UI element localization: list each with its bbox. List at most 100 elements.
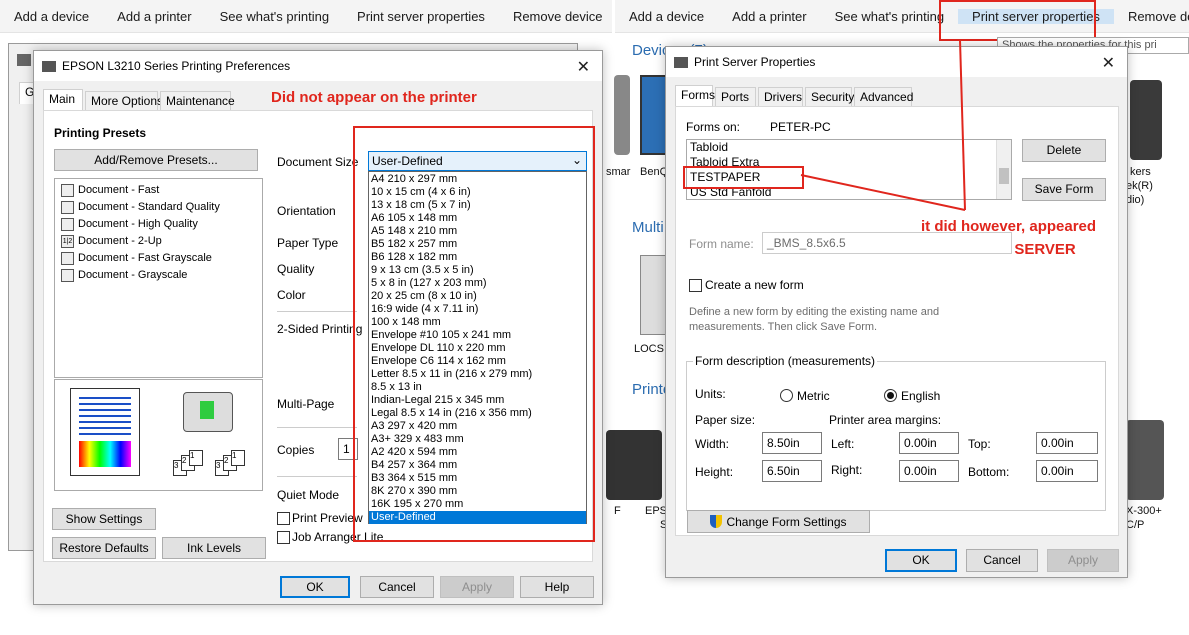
preset-item[interactable]: Document - Grayscale [55, 267, 262, 284]
device-label: dio) [1126, 194, 1145, 206]
left-margin-label: Left: [831, 437, 855, 451]
device-label: C/P [1126, 519, 1145, 531]
remove-device-button[interactable]: Remove device [499, 9, 617, 24]
orientation-label: Orientation [277, 204, 336, 218]
document-icon [61, 218, 74, 231]
ok-button[interactable]: OK [885, 549, 957, 572]
preview-area: 3 2 1 3 2 1 [54, 379, 263, 491]
apply-button[interactable]: Apply [1047, 549, 1119, 572]
scroll-thumb[interactable] [999, 168, 1009, 184]
printer-device-icon[interactable] [1126, 420, 1164, 500]
show-settings-button[interactable]: Show Settings [52, 508, 156, 530]
color-bar [79, 441, 131, 467]
ink-levels-button[interactable]: Ink Levels [162, 537, 266, 559]
bottom-margin-field[interactable]: 0.00in [1036, 460, 1098, 482]
preset-item[interactable]: 1|2 Document - 2-Up [55, 233, 262, 250]
add-device-button[interactable]: Add a device [0, 9, 103, 24]
dropdown-highlight [353, 126, 595, 542]
width-field[interactable]: 8.50in [762, 432, 822, 454]
multi-page-label: Multi-Page [277, 397, 335, 411]
job-arranger-checkbox[interactable] [277, 531, 290, 544]
shield-icon [710, 515, 723, 528]
tab-drivers[interactable]: Drivers [758, 87, 803, 107]
preset-item[interactable]: Document - Fast Grayscale [55, 250, 262, 267]
tab-maintenance[interactable]: Maintenance [160, 91, 235, 111]
tab-security[interactable]: Security [805, 87, 854, 107]
right-margin-label: Right: [831, 463, 863, 477]
tab-more-options[interactable]: More Options [85, 91, 163, 111]
height-label: Height: [695, 465, 734, 479]
document-icon [61, 269, 74, 282]
form-name-field[interactable]: _BMS_8.5x6.5 [762, 232, 1012, 254]
tab-forms[interactable]: Forms [675, 85, 715, 107]
bottom-margin-label: Bottom: [968, 465, 1010, 479]
top-margin-field[interactable]: 0.00in [1036, 432, 1098, 454]
epson-titlebar: EPSON L3210 Series Printing Preferences … [34, 51, 602, 81]
nas-device-icon[interactable] [640, 255, 666, 335]
right-margin-field[interactable]: 0.00in [899, 460, 959, 482]
device-label: kers [1130, 166, 1151, 178]
epson-annotation: Did not appear on the printer [271, 89, 477, 106]
see-whats-printing-button[interactable]: See what's printing [821, 9, 958, 24]
preset-item[interactable]: Document - Fast [55, 182, 262, 199]
copies-label: Copies [277, 443, 315, 457]
height-field[interactable]: 6.50in [762, 460, 822, 482]
help-button[interactable]: Help [520, 576, 594, 598]
printer-device-icon[interactable] [606, 430, 662, 500]
restore-defaults-button[interactable]: Restore Defaults [52, 537, 156, 559]
ok-button[interactable]: OK [280, 576, 350, 598]
print-preview-checkbox[interactable] [277, 512, 290, 525]
text-lines [79, 397, 131, 437]
change-form-settings-button[interactable]: Change Form Settings [687, 510, 870, 533]
form-item[interactable]: Tabloid [690, 140, 1011, 155]
english-radio[interactable] [884, 389, 897, 402]
speaker-device-icon[interactable] [1130, 80, 1162, 160]
metric-radio[interactable] [780, 389, 793, 402]
preset-item[interactable]: Document - Standard Quality [55, 199, 262, 216]
add-printer-button[interactable]: Add a printer [103, 9, 205, 24]
left-command-bar: Add a device Add a printer See what's pr… [0, 0, 612, 33]
document-size-label: Document Size [277, 155, 359, 169]
close-icon[interactable]: ✕ [577, 57, 590, 77]
tab-advanced[interactable]: Advanced [854, 87, 913, 107]
see-whats-printing-button[interactable]: See what's printing [206, 9, 343, 24]
preset-item[interactable]: Document - High Quality [55, 216, 262, 233]
page-preview-icon [70, 388, 140, 476]
page-count-icon: 3 2 1 [173, 450, 207, 480]
window-title: Print Server Properties [694, 55, 816, 69]
color-label: Color [277, 288, 306, 302]
save-form-button[interactable]: Save Form [1022, 178, 1106, 201]
printing-presets-heading: Printing Presets [54, 126, 147, 140]
add-device-button[interactable]: Add a device [615, 9, 718, 24]
add-printer-button[interactable]: Add a printer [718, 9, 820, 24]
window-title: EPSON L3210 Series Printing Preferences [62, 59, 291, 73]
remove-device-button[interactable]: Remove dev [1114, 9, 1189, 24]
apply-button[interactable]: Apply [440, 576, 514, 598]
top-margin-label: Top: [968, 437, 991, 451]
printer-margins-label: Printer area margins: [829, 413, 942, 427]
cancel-button[interactable]: Cancel [360, 576, 434, 598]
tab-main[interactable]: Main [43, 89, 83, 111]
forms-tab-panel: Forms on: PETER-PC Tabloid Tabloid Extra… [675, 106, 1119, 536]
close-icon[interactable]: ✕ [1102, 53, 1115, 73]
quiet-mode-label: Quiet Mode [277, 488, 340, 502]
divider [277, 311, 357, 312]
forms-on-value: PETER-PC [770, 120, 831, 134]
presets-list: Document - Fast Document - Standard Qual… [54, 178, 263, 378]
scrollbar[interactable] [996, 140, 1011, 199]
arrow-icon [200, 401, 214, 419]
delete-button[interactable]: Delete [1022, 139, 1106, 162]
cancel-button[interactable]: Cancel [966, 549, 1038, 572]
print-server-highlight [939, 0, 1096, 41]
add-remove-presets-button[interactable]: Add/Remove Presets... [54, 149, 258, 171]
units-label: Units: [695, 387, 726, 401]
tab-ports[interactable]: Ports [715, 87, 756, 107]
speaker-device-icon[interactable] [614, 75, 630, 155]
device-label: LOCSI [634, 343, 668, 355]
multimedia-section-label: Multi [632, 219, 664, 236]
left-margin-field[interactable]: 0.00in [899, 432, 959, 454]
create-new-form-checkbox[interactable] [689, 279, 702, 292]
width-label: Width: [695, 437, 730, 451]
divider [277, 476, 357, 477]
print-server-properties-button[interactable]: Print server properties [343, 9, 499, 24]
